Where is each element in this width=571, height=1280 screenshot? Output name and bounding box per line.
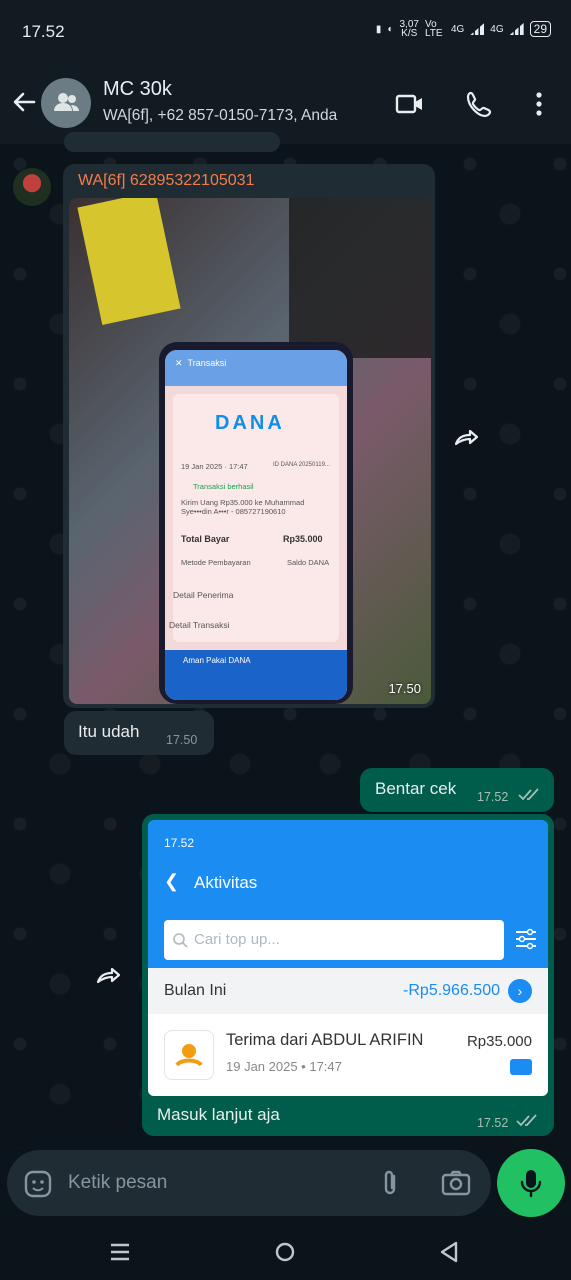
vibrate-icon: ▮	[375, 23, 382, 35]
back-nav-icon[interactable]	[438, 1240, 460, 1264]
photo-bg-object	[289, 198, 431, 358]
sticker-icon[interactable]	[23, 1169, 53, 1199]
home-icon[interactable]	[273, 1240, 297, 1264]
camera-icon[interactable]	[440, 1168, 472, 1198]
message-text: Itu udah	[78, 722, 140, 741]
volte-label: Vo LTE	[424, 19, 443, 39]
signal-2-icon	[509, 23, 524, 35]
signal-2-label: 4G	[490, 23, 504, 35]
chat-title[interactable]: MC 30k	[103, 78, 172, 101]
shot-transaction-row: Terima dari ABDUL ARIFIN 19 Jan 2025 • 1…	[148, 1014, 548, 1096]
shot-row-amount: Rp35.000	[466, 1033, 532, 1050]
status-icons: ▮ ◐ 3,07 K/S Vo LTE 4G 4G 29	[375, 19, 551, 39]
photo-method-value: Saldo DANA	[287, 558, 330, 567]
net-speed: 3,07 K/S	[399, 20, 418, 39]
battery-icon: 29	[529, 21, 551, 37]
read-ticks-icon	[518, 788, 539, 801]
forward-icon[interactable]	[92, 958, 126, 992]
image-caption: Masuk lanjut aja	[157, 1105, 280, 1124]
shot-back-icon: ❮	[164, 871, 180, 891]
voice-call-icon[interactable]	[465, 89, 495, 119]
text-message-bubble[interactable]: Itu udah 17.50	[64, 711, 214, 755]
signal-1-label: 4G	[450, 23, 465, 35]
photo-phone-screen: ✕ Transaksi DANA 19 Jan 2025 · 17:47 ID …	[165, 350, 347, 700]
photo-total-value: Rp35.000	[283, 534, 323, 544]
forward-icon[interactable]	[450, 420, 484, 454]
shot-row-date: 19 Jan 2025 • 17:47	[226, 1059, 342, 1074]
receive-money-icon	[164, 1030, 214, 1080]
message-composer[interactable]: Ketik pesan	[7, 1150, 491, 1216]
shot-status-time: 17.52	[164, 836, 195, 850]
photo-date: 19 Jan 2025 · 17:47	[181, 462, 248, 471]
net-speed-unit: K/S	[401, 28, 418, 39]
photo-total-label: Total Bayar	[181, 534, 230, 544]
message-time: 17.52	[477, 790, 509, 804]
group-icon	[54, 93, 79, 111]
search-icon	[173, 933, 188, 948]
photo-app-header: ✕ Transaksi	[165, 350, 347, 386]
message-input[interactable]: Ketik pesan	[68, 1172, 167, 1194]
photo-detail-recipient: Detail Penerima	[173, 590, 234, 600]
photo-ref: ID DANA 20250119...	[273, 462, 330, 468]
photo-attachment[interactable]: ✕ Transaksi DANA 19 Jan 2025 · 17:47 ID …	[69, 198, 431, 704]
video-call-icon[interactable]	[395, 89, 425, 119]
status-time: 17.52	[22, 22, 65, 41]
recent-apps-icon[interactable]	[108, 1241, 132, 1263]
photo-method-label: Metode Pembayaran	[181, 558, 251, 567]
dana-logo: DANA	[215, 412, 285, 434]
shot-month-header: Bulan Ini -Rp5.966.500 ›	[148, 968, 548, 1014]
shot-row-name: Terima dari ABDUL ARIFIN	[226, 1031, 424, 1049]
screenshot-attachment[interactable]: 17.52 ❮ Aktivitas Cari top up... Bulan I…	[148, 820, 548, 1096]
message-time: 17.50	[388, 681, 421, 696]
photo-status: Transaksi berhasil	[193, 482, 254, 491]
read-ticks-icon	[516, 1114, 537, 1127]
voice-message-button[interactable]	[497, 1149, 565, 1217]
system-nav-bar	[0, 1222, 571, 1280]
chevron-right-icon: ›	[508, 979, 532, 1003]
sender-name[interactable]: WA[6f] 62895322105031	[78, 172, 254, 190]
message-time: 17.50	[166, 733, 198, 747]
photo-detail-transaction: Detail Transaksi	[169, 620, 230, 630]
attach-icon[interactable]	[375, 1168, 405, 1198]
previous-message-edge	[64, 132, 280, 152]
photo-phone: ✕ Transaksi DANA 19 Jan 2025 · 17:47 ID …	[159, 342, 353, 704]
signal-1-icon	[470, 23, 485, 35]
shot-title: Aktivitas	[194, 873, 258, 892]
dnd-moon-icon: ◐	[387, 23, 394, 35]
shot-search-placeholder: Cari top up...	[194, 931, 280, 948]
shot-month-total: -Rp5.966.500	[403, 982, 500, 999]
more-options-icon[interactable]	[524, 89, 554, 119]
photo-receipt-card: DANA 19 Jan 2025 · 17:47 ID DANA 2025011…	[169, 394, 339, 642]
status-bar: 17.52 ▮ ◐ 3,07 K/S Vo LTE 4G 4G 29	[0, 0, 571, 64]
outgoing-message-bubble[interactable]: Bentar cek 17.52	[360, 768, 554, 812]
shot-month-label: Bulan Ini	[164, 982, 227, 999]
photo-desc: Kirim Uang Rp35.000 ke Muhammad Sye•••di…	[181, 498, 305, 516]
message-time: 17.52	[477, 1116, 509, 1130]
group-avatar[interactable]	[41, 78, 91, 128]
filter-icon	[516, 928, 536, 950]
photo-bg-object	[77, 198, 181, 326]
photo-banner: Aman Pakai DANA	[165, 650, 347, 700]
message-text: Bentar cek	[375, 779, 457, 798]
photo-app-title: Transaksi	[187, 358, 227, 368]
microphone-icon	[520, 1170, 542, 1198]
shot-search-box: Cari top up...	[164, 920, 504, 960]
chat-participants[interactable]: WA[6f], +62 857-0150-7173, Anda	[103, 107, 337, 125]
sender-avatar[interactable]	[13, 168, 51, 206]
back-arrow-icon[interactable]	[10, 88, 38, 116]
wallet-badge-icon	[510, 1059, 532, 1075]
